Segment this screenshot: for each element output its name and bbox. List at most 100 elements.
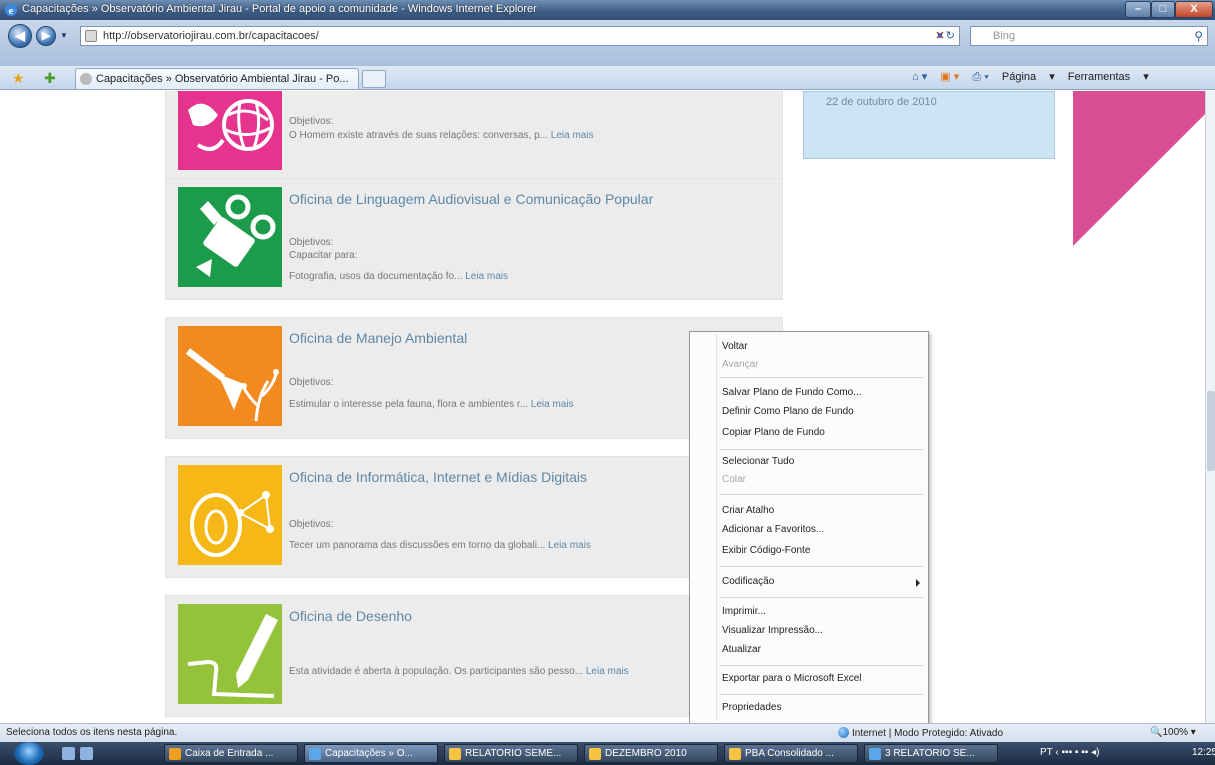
taskbar-button-label: Caixa de Entrada ... (185, 748, 274, 759)
start-button[interactable] (14, 742, 44, 765)
trowel-plant-icon[interactable] (178, 326, 282, 426)
search-icon[interactable]: ⚲ (1194, 29, 1203, 43)
read-more-link[interactable]: Leia mais (465, 271, 508, 282)
new-tab-button[interactable] (362, 70, 386, 88)
address-field[interactable]: http://observatoriojirau.com.br/capacita… (80, 26, 960, 46)
menu-separator (720, 449, 924, 450)
scrollbar-thumb[interactable] (1207, 391, 1215, 471)
svg-text:e: e (9, 5, 14, 17)
switch-windows-icon[interactable] (80, 747, 93, 760)
menu-item-colar: Colar (722, 474, 746, 485)
menu-item-exibir-codigo-fonte[interactable]: Exibir Código-Fonte (722, 545, 810, 556)
system-tray[interactable]: PT ‹ ▪▪▪ ▪ ▪▪ ◂) (1040, 747, 1099, 758)
windows-taskbar: Caixa de Entrada ... Capacitações » O...… (0, 742, 1215, 765)
tools-menu-label: Ferramentas (1067, 71, 1131, 83)
tools-menu[interactable]: Ferramentas ▾ (1068, 71, 1149, 83)
read-more-link[interactable]: Leia mais (586, 666, 629, 677)
security-zone-text: Internet | Modo Protegido: Ativado (852, 728, 1004, 739)
menu-item-voltar[interactable]: Voltar (722, 341, 748, 352)
course-card-audiovisual: Oficina de Linguagem Audiovisual e Comun… (165, 178, 783, 300)
read-more-link[interactable]: Leia mais (548, 540, 591, 551)
sidebar-news-box: 22 de outubro de 2010 (803, 91, 1055, 159)
vertical-scrollbar[interactable] (1205, 91, 1215, 723)
menu-item-adicionar-favoritos[interactable]: Adicionar a Favoritos... (722, 524, 824, 535)
print-icon[interactable]: ⎙ ▾ (972, 71, 988, 83)
back-button[interactable]: ◀ (8, 24, 32, 48)
address-text[interactable]: http://observatoriojirau.com.br/capacita… (103, 30, 319, 42)
status-bar: Seleciona todos os itens nesta página. I… (0, 723, 1215, 742)
taskbar-button-browser[interactable]: Capacitações » O... (304, 744, 438, 763)
menu-item-imprimir[interactable]: Imprimir... (722, 606, 766, 617)
internet-globe-icon (838, 727, 849, 738)
course-title-link[interactable]: Oficina de Manejo Ambiental (289, 330, 467, 346)
objetivos-label: Objetivos: (289, 519, 334, 530)
menu-item-salvar-plano-de-fundo[interactable]: Salvar Plano de Fundo Como... (722, 387, 862, 398)
add-favorites-icon[interactable]: ✚ (44, 70, 56, 87)
course-description: Fotografia, usos da documentação fo... L… (289, 271, 508, 282)
close-button[interactable]: X (1175, 1, 1213, 18)
minimize-button[interactable]: – (1125, 1, 1151, 18)
objetivos-label: Objetivos: (289, 116, 334, 127)
tab-row: ★ ✚ Capacitações » Observatório Ambienta… (0, 66, 1215, 90)
ie-logo-icon: e (5, 4, 17, 17)
read-more-link[interactable]: Leia mais (531, 399, 574, 410)
word-icon (869, 748, 881, 760)
course-title-link[interactable]: Oficina de Linguagem Audiovisual e Comun… (289, 191, 653, 207)
command-bar: ⌂ ▾ ▣ ▾ ⎙ ▾ Página ▾ Ferramentas ▾ (912, 70, 1159, 84)
forward-button[interactable]: ▶ (36, 26, 56, 46)
language-indicator[interactable]: PT (1040, 747, 1053, 758)
course-title-link[interactable]: Oficina de Informática, Internet e Mídia… (289, 469, 587, 485)
home-icon[interactable]: ⌂ ▾ (912, 71, 927, 83)
zoom-level[interactable]: 🔍100% ▾ (1150, 727, 1196, 738)
taskbar-button-relatorio-3[interactable]: 3 RELATORIO SE... (864, 744, 998, 763)
course-description-text: O Homem existe através de suas relações:… (289, 130, 548, 141)
pencil-drawing-icon[interactable] (178, 604, 282, 704)
security-zone[interactable]: Internet | Modo Protegido: Ativado (838, 727, 1003, 739)
tab-capacitacoes[interactable]: Capacitações » Observatório Ambiental Ji… (75, 68, 359, 89)
taskbar-button-label: RELATORIO SEME... (465, 748, 562, 759)
menu-separator (720, 377, 924, 378)
read-more-link[interactable]: Leia mais (551, 130, 594, 141)
menu-item-exportar-excel[interactable]: Exportar para o Microsoft Excel (722, 673, 862, 684)
menu-item-atualizar[interactable]: Atualizar (722, 644, 761, 655)
clock[interactable]: 12:25 (1192, 747, 1215, 758)
submenu-arrow-icon (916, 579, 920, 587)
menu-separator (720, 665, 924, 666)
folder-icon (729, 748, 741, 760)
feeds-icon[interactable]: ▣ ▾ (940, 71, 959, 83)
ie-icon (309, 748, 321, 760)
title-bar[interactable]: e Capacitações » Observatório Ambiental … (0, 0, 1215, 20)
refresh-icon[interactable]: ▾ ↻ (937, 29, 955, 42)
page-menu[interactable]: Página ▾ (1002, 71, 1055, 83)
favorites-star-icon[interactable]: ★ (12, 70, 25, 87)
at-sign-network-icon[interactable] (178, 465, 282, 565)
menu-item-codificacao[interactable]: Codificação (722, 576, 774, 587)
menu-item-visualizar-impressao[interactable]: Visualizar Impressão... (722, 625, 823, 636)
taskbar-button-relatorio[interactable]: RELATORIO SEME... (444, 744, 578, 763)
globe-network-icon[interactable] (178, 91, 282, 170)
maximize-button[interactable]: □ (1151, 1, 1175, 18)
taskbar-button-inbox[interactable]: Caixa de Entrada ... (164, 744, 298, 763)
menu-separator (720, 494, 924, 495)
taskbar-button-label: DEZEMBRO 2010 (605, 748, 687, 759)
taskbar-button-dezembro[interactable]: DEZEMBRO 2010 (584, 744, 718, 763)
course-title-link[interactable]: Oficina de Desenho (289, 608, 412, 624)
taskbar-button-label: 3 RELATORIO SE... (885, 748, 975, 759)
menu-item-copiar-plano-de-fundo[interactable]: Copiar Plano de Fundo (722, 427, 825, 438)
menu-item-propriedades[interactable]: Propriedades (722, 702, 781, 713)
search-input[interactable]: Bing ⚲ (970, 26, 1208, 46)
context-menu: Voltar Avançar Salvar Plano de Fundo Com… (689, 331, 929, 724)
course-subline: Capacitar para: (289, 250, 358, 261)
history-dropdown-icon[interactable]: ▼ (60, 31, 70, 41)
film-camera-icon[interactable] (178, 187, 282, 287)
menu-item-selecionar-tudo[interactable]: Selecionar Tudo (722, 456, 794, 467)
show-desktop-icon[interactable] (62, 747, 75, 760)
decorative-pink-band (1073, 91, 1205, 246)
menu-item-definir-plano-de-fundo[interactable]: Definir Como Plano de Fundo (722, 406, 854, 417)
tab-favicon-icon (80, 73, 92, 85)
menu-separator (720, 694, 924, 695)
menu-item-criar-atalho[interactable]: Criar Atalho (722, 505, 774, 516)
menu-separator (720, 597, 924, 598)
course-description-text: Esta atividade é aberta à população. Os … (289, 666, 584, 677)
taskbar-button-pba[interactable]: PBA Consolidado ... (724, 744, 858, 763)
